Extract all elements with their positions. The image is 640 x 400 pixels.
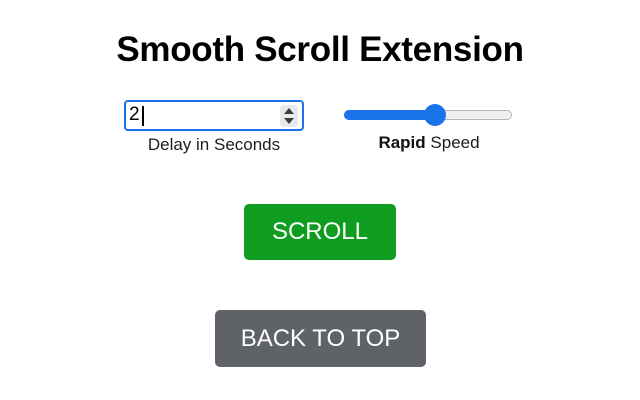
speed-label: Rapid Speed bbox=[344, 133, 514, 153]
speed-level-label: Rapid bbox=[378, 133, 426, 152]
delay-label: Delay in Seconds bbox=[147, 135, 281, 154]
scroll-button[interactable]: SCROLL bbox=[244, 204, 396, 260]
spin-up-icon[interactable] bbox=[284, 108, 294, 114]
speed-suffix-label: Speed bbox=[425, 133, 480, 152]
spin-down-icon[interactable] bbox=[284, 118, 294, 124]
slider-fill bbox=[344, 110, 435, 120]
slider-thumb[interactable] bbox=[424, 104, 446, 126]
delay-control: Delay in Seconds bbox=[124, 100, 304, 155]
delay-input[interactable] bbox=[129, 104, 269, 126]
delay-number-field[interactable] bbox=[124, 100, 304, 131]
speed-control: Rapid Speed bbox=[344, 104, 514, 153]
page-title: Smooth Scroll Extension bbox=[116, 30, 524, 69]
text-cursor bbox=[142, 106, 144, 126]
back-to-top-button[interactable]: BACK TO TOP bbox=[215, 310, 426, 367]
speed-slider[interactable] bbox=[344, 104, 514, 126]
extension-popup: Smooth Scroll Extension Delay in Seconds… bbox=[0, 0, 640, 400]
delay-spinner[interactable] bbox=[280, 105, 298, 127]
